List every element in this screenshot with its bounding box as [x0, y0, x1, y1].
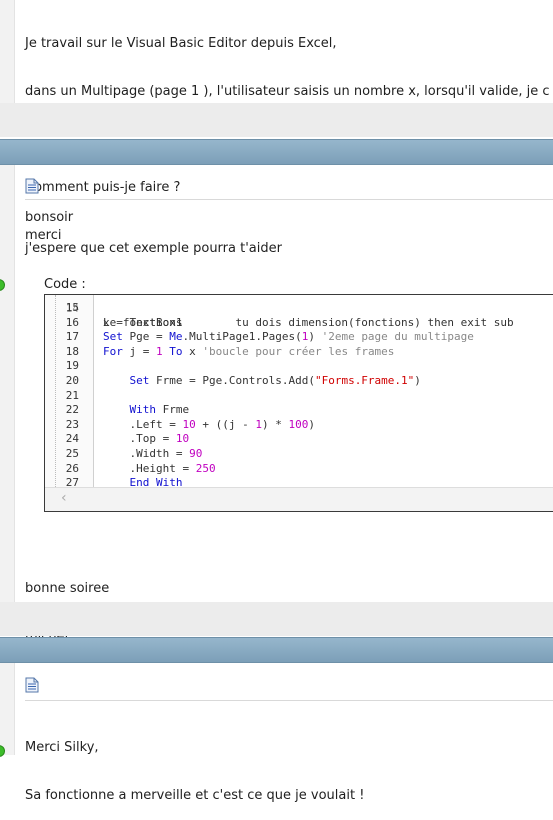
line-number: 24: [65, 432, 79, 446]
post3-line: Sa fonctionne a merveille et c'est ce qu…: [25, 788, 365, 803]
post-left-column: [0, 663, 15, 755]
post-divider: [25, 700, 553, 701]
line-number: 23: [65, 417, 79, 431]
post-left-column: [0, 0, 15, 103]
post2-greeting: bonsoir: [25, 210, 74, 225]
code-horizontal-scrollbar[interactable]: ‹: [45, 487, 553, 511]
line-number: 25: [65, 447, 79, 460]
line-number: 20: [65, 374, 79, 387]
post-icon: [25, 178, 39, 194]
post-icon: [25, 677, 39, 693]
post2-intro: j'espere que cet exemple pourra t'aider: [25, 241, 282, 256]
code-text: .Left = 10 + ((j - 1) * 100): [103, 417, 315, 431]
post-divider: [25, 199, 553, 200]
post3-line: Merci Silky,: [25, 740, 99, 755]
line-number: 21: [65, 388, 79, 402]
line-number: 16: [65, 315, 79, 329]
post-header-bar: [0, 139, 553, 165]
code-text: x = TextBox1: [103, 315, 183, 329]
post-left-column: [0, 165, 15, 602]
line-number: 17: [65, 330, 79, 344]
post1-line: Je travail sur le Visual Basic Editor de…: [25, 36, 337, 51]
code-label: Code :: [44, 277, 86, 292]
line-number: 22: [65, 403, 79, 417]
post1-line: Comment puis-je faire ?: [25, 180, 181, 195]
post-separator: [0, 602, 553, 636]
post-header-bar: [0, 637, 553, 663]
code-text: For j = 1 To x 'boucle pour créer les fr…: [103, 344, 395, 358]
line-number: 15: [65, 301, 79, 314]
code-text: Set Pge = Me.MultiPage1.Pages(1) '2eme p…: [103, 330, 474, 344]
line-number: 19: [65, 359, 79, 373]
post1-line: dans un Multipage (page 1 ), l'utilisate…: [25, 84, 550, 99]
code-text: .Top = 10: [103, 432, 190, 446]
scroll-left-icon[interactable]: ‹: [61, 490, 67, 506]
line-number: 26: [65, 461, 79, 475]
post-separator: [0, 103, 553, 137]
code-text: .Width = 90: [103, 447, 203, 460]
code-block[interactable]: 14 Le fonctions tu dois dimension(foncti…: [44, 294, 553, 512]
code-text: .Height = 250: [103, 461, 216, 475]
line-number: 18: [65, 344, 79, 358]
closing-line: bonne soiree: [25, 581, 110, 596]
post3-body: Merci Silky, Sa fonctionne a merveille e…: [25, 708, 364, 820]
code-text: With Frme: [129, 403, 190, 417]
code-text: Set Frme = Pge.Controls.Add("Forms.Frame…: [129, 374, 421, 387]
